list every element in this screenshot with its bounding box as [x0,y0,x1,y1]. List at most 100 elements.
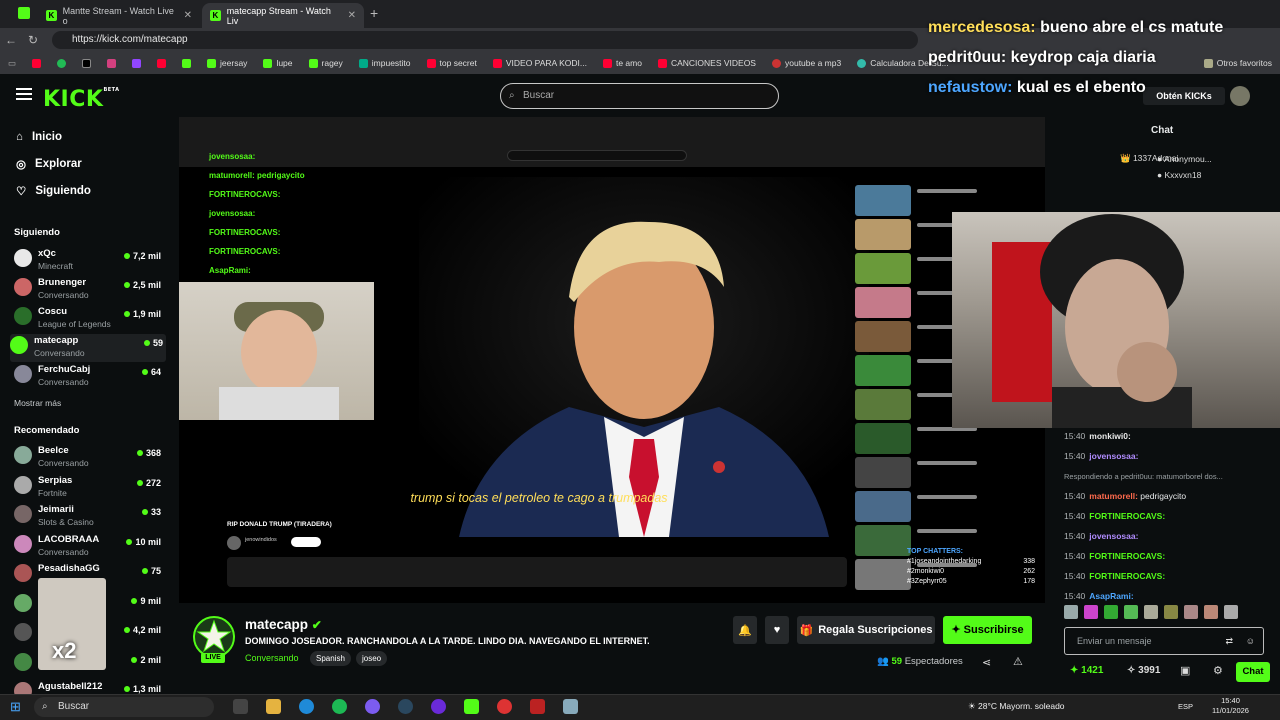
close-tab-icon[interactable]: ✕ [184,10,192,21]
nav-following[interactable]: ♡ Siguiendo [16,184,91,198]
url-field[interactable]: https://kick.com/matecapp [52,31,918,49]
bookmark-whatsapp[interactable] [49,58,74,68]
settings-gear-icon[interactable]: ⚙ [1213,664,1223,677]
bookmark-ragey[interactable]: ragey [301,58,351,68]
edge-icon[interactable] [299,699,314,714]
close-tab-icon[interactable]: ✕ [348,10,356,21]
recommended-channel[interactable]: Beelce Conversando 368 [14,444,164,472]
file-explorer-icon[interactable] [266,699,281,714]
language-indicator[interactable]: ESP [1178,702,1193,711]
notification-bell-icon[interactable]: 🔔 [733,616,757,644]
bookmark-youtube[interactable] [24,58,49,68]
search-icon: ⌕ [42,701,48,712]
user-avatar[interactable] [1230,86,1250,106]
show-more-link[interactable]: Mostrar más [14,398,61,408]
spotify-icon[interactable] [332,699,347,714]
share-icon[interactable]: ⋖ [982,656,991,669]
kicks-balance[interactable]: ✦ 1421 [1070,665,1103,676]
chat-username[interactable]: FORTINEROCAVS: [1089,511,1165,521]
stream-category[interactable]: Conversando [245,653,299,663]
reload-icon[interactable]: ↻ [22,33,44,47]
tag-spanish[interactable]: Spanish [310,651,351,666]
gift-subs-button[interactable]: 🎁 Regala Suscripciones [797,616,935,644]
points-balance[interactable]: ✧ 3991 [1127,665,1160,676]
following-channel[interactable]: FerchuCabj Conversando 64 [14,363,164,391]
channel-avatar[interactable] [193,616,235,658]
chat-username[interactable]: FORTINEROCAVS: [1089,571,1165,581]
chrome-icon[interactable] [497,699,512,714]
weather-widget[interactable]: ☀ 28°C Mayorm. soleado [968,701,1065,712]
follow-heart-icon[interactable]: ♥ [765,616,789,644]
chat-message: 15:40 FORTINEROCAVS: [1064,511,1165,521]
translate-icon[interactable]: ⇄ [1225,628,1233,654]
following-channel[interactable]: Brunenger Conversando 2,5 mil [14,276,164,304]
search-input[interactable]: ⌕ Buscar [500,83,779,109]
subscribe-button[interactable]: ✦ Suscribirse [943,616,1032,644]
overlay-chat-user: nefaustow: [928,79,1017,96]
chat-username[interactable]: matumorell: [1089,491,1140,501]
bookmark-instagram[interactable] [99,58,124,68]
send-chat-button[interactable]: Chat [1236,662,1270,682]
recommended-video-thumbnail [855,219,911,250]
kick-app-icon[interactable] [18,7,30,19]
recommended-channel[interactable]: Jeimarii Slots & Casino 33 [14,503,164,531]
back-icon[interactable]: ← [0,33,22,47]
following-channel[interactable]: matecapp Conversando 59 [10,334,166,362]
taskbar-clock[interactable]: 15:40 11/01/2026 [1212,696,1249,716]
bookmark-video-kodi[interactable]: VIDEO PARA KODI... [485,58,595,68]
search-icon: ⌕ [509,90,515,101]
kick-taskbar-icon[interactable] [464,699,479,714]
channel-name[interactable]: matecapp ✔ [245,617,322,632]
chat-time: 15:40 [1064,591,1086,601]
bookmark-twitch[interactable] [124,58,149,68]
nav-home[interactable]: ⌂ Inicio [16,131,62,143]
channel-category: Conversando [38,546,89,557]
nav-explore[interactable]: ◎ Explorar [16,157,82,171]
bookmark-canciones[interactable]: CANCIONES VIDEOS [650,58,764,68]
app-icon[interactable] [431,699,446,714]
recommended-channel[interactable]: LACOBRAAA Conversando 10 mil [14,533,164,561]
bookmark-impuestito[interactable]: impuestito [351,58,419,68]
tag-joseo[interactable]: joseo [356,651,388,666]
bookmark-youtube-mp3[interactable]: youtube a mp3 [764,58,849,68]
chat-username[interactable]: jovensosaa: [1089,451,1138,461]
bookmark-kick[interactable] [174,58,199,68]
bookmark-top-secret[interactable]: top secret [419,58,485,68]
task-view-icon[interactable] [233,699,248,714]
channel-avatar-icon [10,336,28,354]
top-chatter-row: #2 monkiwi0 262 [907,567,1035,577]
following-channel[interactable]: Coscu League of Legends 1,9 mil [14,305,164,333]
windows-start-icon[interactable]: ⊞ [10,699,21,715]
kick-logo[interactable]: KICKBETA [43,87,120,112]
tab-mantte[interactable]: K Mantte Stream - Watch Live o ✕ [38,3,200,28]
bookmark-lupe[interactable]: lupe [255,58,300,68]
following-channel[interactable]: xQc Minecraft 7,2 mil [14,247,164,275]
app-icon-3[interactable] [563,699,578,714]
video-player[interactable]: jovensosaa: matumorell: pedrigaycito FORTI… [179,117,1045,603]
chat-username[interactable]: jovensosaa: [1089,531,1138,541]
tab-matecapp[interactable]: K matecapp Stream - Watch Liv ✕ [202,3,364,28]
bookmark-te-amo[interactable]: te amo [595,58,650,68]
bookmark-jeersay[interactable]: jeersay [199,58,255,68]
gift-icon[interactable]: ▣ [1180,664,1190,677]
bookmark-x[interactable] [74,58,99,68]
chat-time: 15:40 [1064,491,1086,501]
new-tab-icon[interactable]: + [370,5,378,21]
hamburger-menu-icon[interactable] [16,88,32,102]
recommended-video-thumbnail [855,559,911,590]
chat-username[interactable]: FORTINEROCAVS: [1089,551,1165,561]
chat-username[interactable]: AsapRami: [1089,591,1133,601]
app-icon-2[interactable] [530,699,545,714]
recommended-video-title-line [917,461,977,465]
bookmark-icon[interactable]: ▭ [0,58,24,69]
discord-icon[interactable] [365,699,380,714]
recommended-channel[interactable]: Serpias Fortnite 272 [14,474,164,502]
channel-viewers: 368 [137,448,161,458]
chat-input[interactable]: Enviar un mensaje ⇄ ☺ [1064,627,1264,655]
taskbar-search[interactable]: ⌕ Buscar [34,697,214,717]
report-icon[interactable]: ⚠ [1013,655,1023,668]
emoji-icon[interactable]: ☺ [1246,628,1255,654]
steam-icon[interactable] [398,699,413,714]
bookmark-youtube-2[interactable] [149,58,174,68]
chat-username[interactable]: monkiwi0: [1089,431,1131,441]
